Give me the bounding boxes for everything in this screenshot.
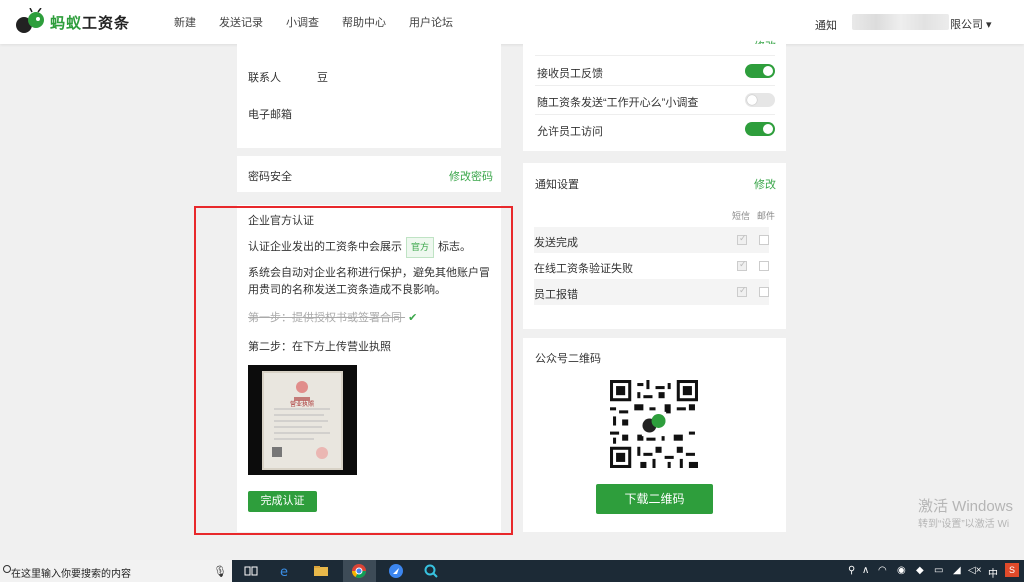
receive-feedback-toggle[interactable]: [745, 64, 775, 78]
download-qr-button[interactable]: 下载二维码: [596, 484, 713, 514]
sms-checkbox[interactable]: [737, 233, 747, 245]
activate-windows-watermark: 激活 Windows: [918, 498, 1014, 515]
employee-settings-card: 修改 接收员工反馈 随工资条发送“工作开心么”小调查 允许员工访问: [523, 41, 786, 151]
nav-user-forum[interactable]: 用户论坛: [409, 14, 453, 30]
divider: [535, 114, 775, 115]
col-mail: 邮件: [757, 211, 776, 221]
company-name-redacted: [852, 14, 949, 30]
notify-row-employee-error: 员工报错: [534, 279, 769, 305]
activate-windows-subtext: 转到“设置”以激活 Wi: [918, 519, 1010, 530]
input-method-indicator[interactable]: 中: [988, 565, 998, 580]
notify-row-label: 员工报错: [534, 289, 578, 301]
sms-checkbox[interactable]: [737, 285, 747, 297]
notification-settings-card: 通知设置 修改 短信 邮件 发送完成 在线工资条验证失败 员工报错: [523, 163, 786, 329]
notify-row-send-complete: 发送完成: [534, 227, 769, 253]
taskbar-search[interactable]: 在这里输入你要搜索的内容 🎙: [0, 560, 232, 582]
security-icon[interactable]: ◉: [897, 565, 906, 576]
chrome-browser-icon[interactable]: [351, 563, 367, 579]
survey-toggle[interactable]: [745, 93, 775, 107]
notify-row-verify-fail: 在线工资条验证失败: [534, 253, 769, 279]
setting-allow-access-label: 允许员工访问: [537, 126, 603, 138]
notify-row-label: 在线工资条验证失败: [534, 263, 633, 275]
setting-survey-label: 随工资条发送“工作开心么”小调查: [537, 97, 699, 109]
password-security-label: 密码安全: [248, 171, 292, 183]
nav-new[interactable]: 新建: [174, 14, 196, 30]
windows-taskbar: 在这里输入你要搜索的内容 🎙 e ⚲ ∧ ◠ ◉ ◆ ▭ ◢ ◁× 中 S: [0, 560, 1024, 582]
network-icon[interactable]: ◢: [953, 565, 961, 576]
mail-checkbox[interactable]: [759, 235, 769, 245]
highlight-box: [194, 206, 513, 535]
password-security-card: 密码安全 修改密码: [237, 156, 501, 192]
mail-checkbox[interactable]: [759, 261, 769, 271]
search-app-icon[interactable]: [423, 563, 439, 579]
ant-logo-icon: [16, 8, 44, 33]
notifications-link[interactable]: 通知: [815, 17, 837, 33]
qr-code-card: 公众号二维码 下载二维码: [523, 338, 786, 532]
setting-receive-feedback-label: 接收员工反馈: [537, 68, 603, 80]
file-explorer-icon[interactable]: [313, 563, 329, 579]
svg-text:e: e: [280, 565, 288, 579]
battery-icon[interactable]: ▭: [934, 565, 943, 576]
mail-checkbox[interactable]: [759, 287, 769, 297]
volume-icon[interactable]: ◁×: [968, 565, 982, 576]
feishu-app-icon[interactable]: [388, 563, 404, 579]
nav-send-records[interactable]: 发送记录: [219, 14, 263, 30]
shield-icon[interactable]: ◆: [916, 565, 924, 576]
app-s-icon[interactable]: S: [1005, 563, 1019, 577]
contact-card: 联系人 豆 电子邮箱: [237, 44, 501, 148]
notify-edit-link[interactable]: 修改: [754, 176, 776, 192]
company-menu[interactable]: 限公司 ▾: [950, 16, 992, 32]
contact-label: 联系人: [248, 72, 281, 84]
change-password-link[interactable]: 修改密码: [449, 168, 493, 184]
chevron-up-icon[interactable]: ∧: [862, 565, 869, 576]
divider: [535, 85, 775, 86]
brand-logo[interactable]: 蚂蚁工资条: [14, 8, 130, 36]
task-view-icon[interactable]: [243, 563, 259, 579]
qr-title: 公众号二维码: [535, 353, 601, 365]
settings-edit-link[interactable]: 修改: [754, 38, 776, 44]
allow-access-toggle[interactable]: [745, 122, 775, 136]
edge-browser-icon[interactable]: e: [278, 563, 294, 579]
wifi-icon[interactable]: ◠: [878, 565, 887, 576]
taskbar-search-placeholder: 在这里输入你要搜索的内容: [11, 569, 131, 580]
divider: [535, 55, 775, 56]
nav-survey[interactable]: 小调查: [286, 14, 319, 30]
top-navbar: 蚂蚁工资条 新建 发送记录 小调查 帮助中心 用户论坛 通知 限公司 ▾: [0, 0, 1024, 44]
qr-code-icon: [610, 380, 698, 468]
people-icon[interactable]: ⚲: [848, 565, 855, 576]
search-icon: [3, 565, 11, 573]
main-nav: 新建 发送记录 小调查 帮助中心 用户论坛: [174, 0, 476, 44]
contact-value: 豆: [317, 72, 328, 84]
notify-row-label: 发送完成: [534, 237, 578, 249]
microphone-icon[interactable]: 🎙: [213, 565, 227, 578]
sms-checkbox[interactable]: [737, 259, 747, 271]
col-sms: 短信: [732, 211, 751, 221]
email-label: 电子邮箱: [248, 109, 292, 121]
nav-help-center[interactable]: 帮助中心: [342, 14, 386, 30]
brand-name: 蚂蚁工资条: [50, 14, 131, 32]
notify-title: 通知设置: [535, 179, 579, 191]
